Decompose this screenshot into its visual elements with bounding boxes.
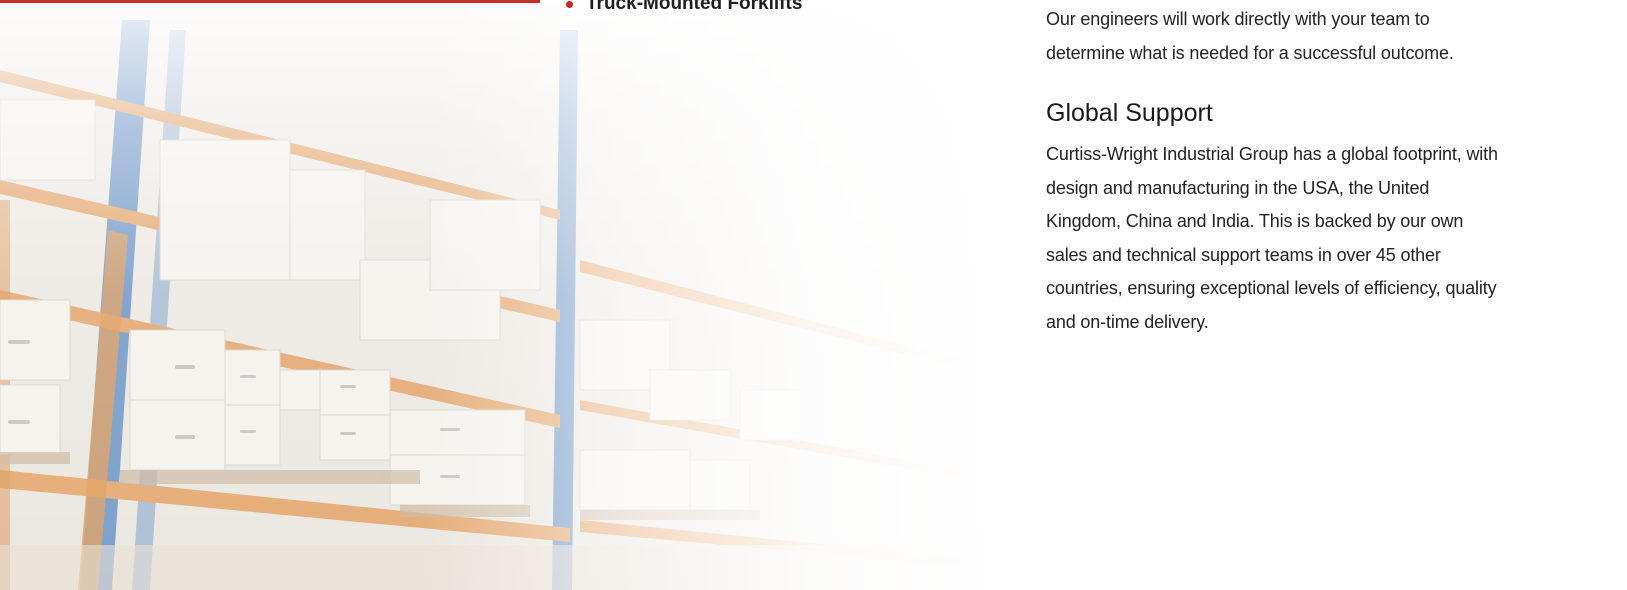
product-list-column: Truck-Mounted Forklifts <box>566 0 986 16</box>
bullet-icon <box>566 1 573 8</box>
engineering-paragraph: Our engineers will work directly with yo… <box>1046 9 1454 63</box>
list-item: Truck-Mounted Forklifts <box>566 0 986 16</box>
warehouse-shelves-image <box>0 0 1000 590</box>
global-support-heading: Global Support <box>1046 99 1213 127</box>
product-list: Truck-Mounted Forklifts <box>566 0 986 16</box>
global-support-paragraph: Curtiss-Wright Industrial Group has a gl… <box>1046 144 1498 332</box>
list-item-label: Truck-Mounted Forklifts <box>586 0 803 14</box>
accent-strip <box>0 0 540 3</box>
info-column: Our engineers will work directly with yo… <box>1046 3 1506 339</box>
page: Truck-Mounted Forklifts Our engineers wi… <box>0 0 1627 590</box>
